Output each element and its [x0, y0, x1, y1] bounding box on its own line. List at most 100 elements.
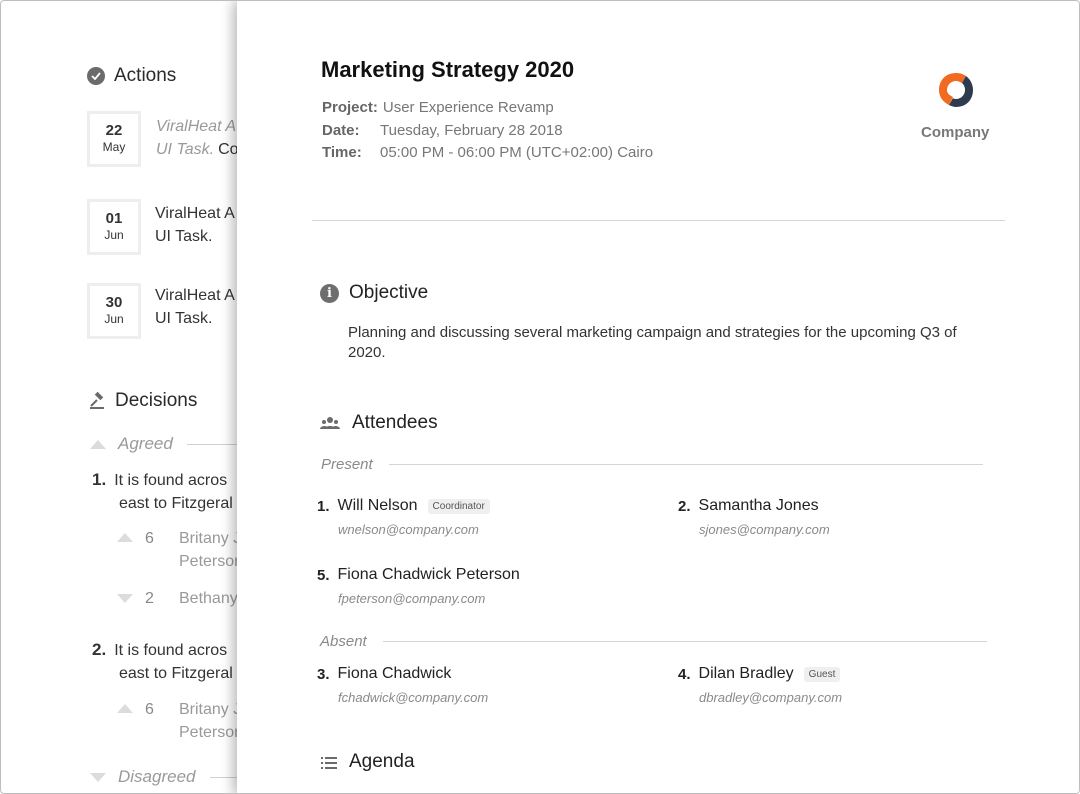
- actions-heading: Actions: [87, 65, 176, 87]
- action-date-box: 01 Jun: [87, 199, 141, 255]
- vote-count: 2: [145, 590, 154, 607]
- objective-text: Planning and discussing several marketin…: [348, 324, 957, 361]
- action-text[interactable]: ViralHeat A UI Task.: [155, 284, 235, 330]
- action-line2: UI Task.: [156, 141, 215, 158]
- time-row: Time: 05:00 PM - 06:00 PM (UTC+02:00) Ca…: [322, 144, 653, 161]
- attendee[interactable]: 5. Fiona Chadwick Peterson fpeterson@com…: [317, 566, 520, 606]
- attendee-number: 4.: [678, 665, 691, 683]
- attendee[interactable]: 3. Fiona Chadwick fchadwick@company.com: [317, 665, 488, 705]
- decision-number: 2.: [92, 640, 107, 659]
- attendee-number: 3.: [317, 665, 330, 683]
- action-month: Jun: [104, 228, 124, 242]
- agenda-heading: Agenda: [321, 751, 415, 773]
- attendees-title: Attendees: [352, 412, 438, 433]
- decision-item[interactable]: 2. It is found acros east to Fitzgeral: [92, 638, 233, 685]
- action-date-box: 30 Jun: [87, 283, 141, 339]
- attendee-name: Fiona Chadwick Peterson: [337, 566, 520, 583]
- divider-line: [382, 641, 987, 642]
- action-line1: ViralHeat A: [155, 205, 235, 222]
- attendee-name: Fiona Chadwick: [337, 665, 452, 682]
- decision-line2: east to Fitzgeral: [119, 665, 233, 682]
- attendee-name: Samantha Jones: [698, 497, 819, 514]
- vote-voters: Britany J Peterson: [179, 527, 243, 573]
- vote-voters: Britany J Peterson: [179, 698, 243, 744]
- disagreed-label: Disagreed: [118, 767, 196, 786]
- attendees-heading: Attendees: [320, 412, 438, 434]
- vote-count: 6: [145, 701, 154, 718]
- attendee[interactable]: 2. Samantha Jones sjones@company.com: [678, 497, 830, 537]
- decision-item[interactable]: 1. It is found acros east to Fitzgeral: [92, 468, 233, 515]
- absent-label: Absent: [320, 633, 367, 650]
- action-line2: UI Task.: [155, 228, 213, 245]
- meeting-title: Marketing Strategy 2020: [321, 57, 575, 82]
- role-badge: Guest: [803, 666, 841, 682]
- action-day: 30: [105, 294, 123, 311]
- attendee-number: 5.: [317, 566, 330, 584]
- action-line2-tail: Co: [218, 141, 239, 158]
- divider-line: [388, 464, 983, 465]
- attendee-email[interactable]: fpeterson@company.com: [338, 591, 520, 606]
- triangle-down-icon: [90, 772, 106, 782]
- attendee-email[interactable]: sjones@company.com: [699, 522, 830, 537]
- attendee-number: 1.: [317, 497, 330, 515]
- vote-row: 6 Britany J Peterson: [117, 527, 243, 573]
- agreed-label: Agreed: [118, 434, 173, 453]
- check-circle-icon: [87, 67, 105, 85]
- people-group-icon: [320, 416, 340, 430]
- decisions-title: Decisions: [115, 390, 198, 411]
- actions-title: Actions: [114, 65, 177, 86]
- vote-row: 2 Bethany: [117, 587, 238, 610]
- attendee-email[interactable]: wnelson@company.com: [338, 522, 490, 537]
- action-line2: UI Task.: [155, 310, 213, 327]
- gavel-icon: [89, 392, 107, 410]
- upvote-icon[interactable]: [117, 704, 133, 713]
- window-frame: Actions 22 May ViralHeat A UI Task. Co 01…: [0, 0, 1080, 794]
- voter-line1: Britany J: [179, 701, 242, 718]
- attendee[interactable]: 4. Dilan Bradley Guest dbradley@company.…: [678, 665, 842, 705]
- info-icon: i: [320, 283, 339, 303]
- meeting-panel: Marketing Strategy 2020 Project: User Ex…: [237, 1, 1079, 793]
- voter-line1: Bethany: [179, 590, 238, 607]
- triangle-up-icon: [90, 439, 106, 449]
- time-value: 05:00 PM - 06:00 PM (UTC+02:00) Cairo: [380, 144, 654, 161]
- absent-label-row: Absent: [320, 633, 987, 650]
- agenda-title: Agenda: [349, 751, 415, 772]
- action-day: 22: [105, 122, 123, 139]
- decision-line1: It is found acros: [114, 472, 228, 489]
- date-value: Tuesday, February 28 2018: [380, 122, 563, 139]
- list-icon: [321, 756, 337, 769]
- attendee-email[interactable]: fchadwick@company.com: [338, 690, 488, 705]
- attendee[interactable]: 1. Will Nelson Coordinator wnelson@compa…: [317, 497, 490, 537]
- agreed-group-label: Agreed: [90, 434, 247, 454]
- vote-row: 6 Britany J Peterson: [117, 698, 243, 744]
- action-text[interactable]: ViralHeat A UI Task.: [155, 202, 235, 248]
- action-text[interactable]: ViralHeat A UI Task. Co: [156, 115, 239, 161]
- present-label: Present: [321, 456, 373, 473]
- decision-line1: It is found acros: [114, 642, 228, 659]
- decision-number: 1.: [92, 470, 107, 489]
- attendee-name: Will Nelson: [337, 497, 418, 514]
- action-month: Jun: [104, 312, 124, 326]
- downvote-icon[interactable]: [117, 594, 133, 603]
- date-label: Date:: [322, 122, 360, 139]
- time-label: Time:: [322, 144, 362, 161]
- date-row: Date: Tuesday, February 28 2018: [322, 122, 563, 139]
- present-label-row: Present: [321, 456, 983, 473]
- company-name: Company: [921, 124, 990, 141]
- voter-line2: Peterson: [179, 553, 244, 570]
- voter-line2: Peterson: [179, 724, 244, 741]
- upvote-icon[interactable]: [117, 533, 133, 542]
- decisions-heading: Decisions: [89, 390, 197, 412]
- attendee-email[interactable]: dbradley@company.com: [699, 690, 842, 705]
- action-line1: ViralHeat A: [156, 118, 237, 135]
- action-day: 01: [105, 210, 123, 227]
- project-value: User Experience Revamp: [382, 99, 554, 116]
- objective-heading: i Objective: [320, 282, 428, 304]
- project-label: Project:: [322, 99, 378, 116]
- action-line1: ViralHeat A: [155, 287, 235, 304]
- action-month: May: [102, 140, 126, 154]
- objective-title: Objective: [349, 282, 429, 303]
- attendee-number: 2.: [678, 497, 691, 515]
- vote-voters: Bethany: [179, 587, 238, 610]
- vote-count: 6: [145, 530, 154, 547]
